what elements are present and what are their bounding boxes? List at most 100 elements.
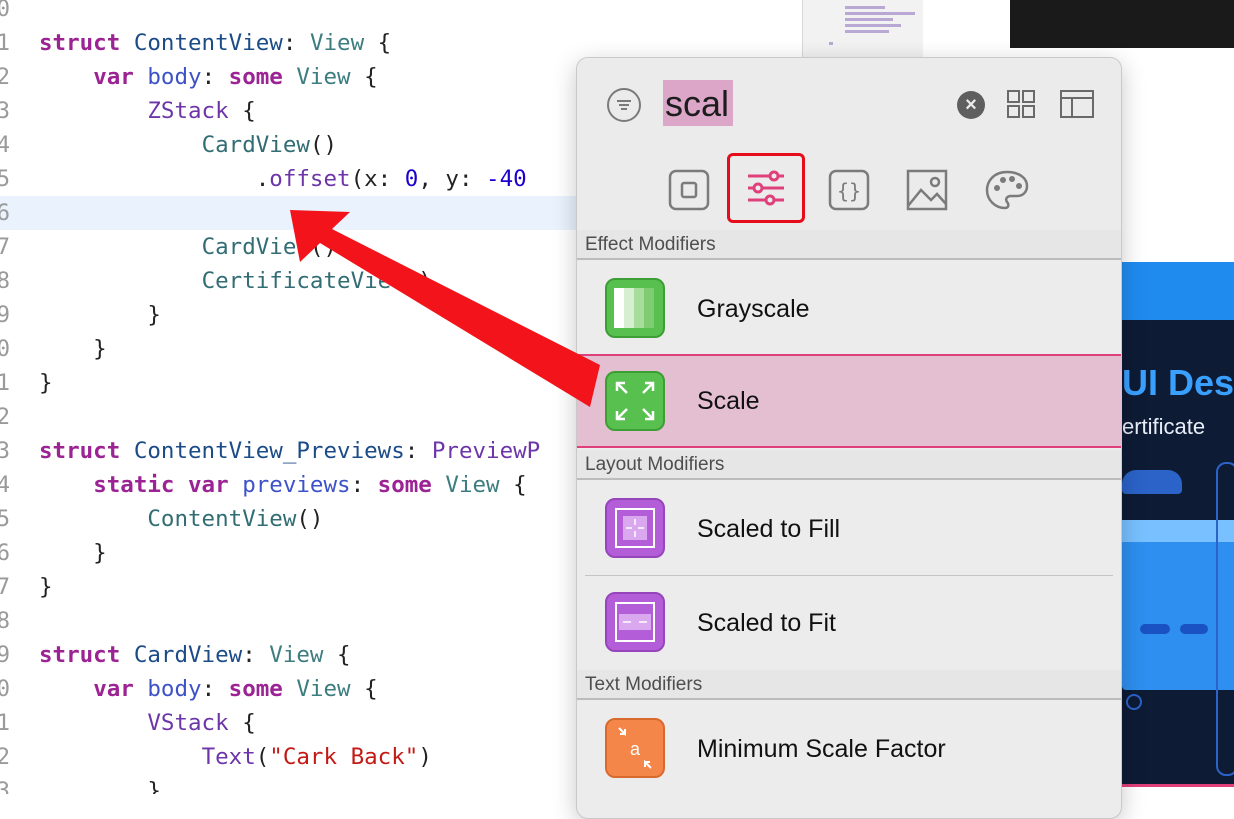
code-text[interactable]: CardView() [39,128,337,162]
code-text[interactable]: var body: some View { [39,60,378,94]
code-token: { [228,710,256,736]
line-number: 0 [0,0,10,22]
background-window [1010,0,1234,48]
section-effect-modifiers: Effect Modifiers [577,230,1121,260]
line-number: 1 [0,370,10,396]
preview-title: UI Desi [1122,362,1234,403]
palette-icon[interactable] [979,162,1035,218]
code-text[interactable]: } [39,366,53,400]
code-token: Text [201,744,256,770]
code-token: body [147,64,202,90]
list-item-scale[interactable]: Scale [577,354,1121,448]
code-token: -40 [486,166,527,192]
code-token: . [39,166,270,192]
code-line[interactable]: 1 struct ContentView: View { [0,26,800,60]
item-label: Grayscale [697,295,810,323]
line-number: 3 [0,98,10,124]
canvas-preview[interactable]: UI Desi ertificate [1112,262,1234,787]
section-text-modifiers: Text Modifiers [577,670,1121,700]
code-text[interactable]: } [39,536,107,570]
code-text[interactable]: } [39,298,161,332]
code-token: ContentView_Previews [133,438,405,464]
code-token: ( [255,744,270,770]
line-number: 2 [0,404,10,430]
code-token: : [201,64,229,90]
code-token: } [39,540,107,566]
code-token: { [499,472,527,498]
code-token: View [296,64,351,90]
line-number: 6 [0,200,10,226]
phone-frame-graphic [1216,462,1234,776]
code-token: struct [39,438,121,464]
code-token: { [350,64,378,90]
filter-icon[interactable] [607,88,641,122]
code-token: CertificateView [201,268,405,294]
code-token: previews [242,472,351,498]
code-text[interactable]: } [39,332,107,366]
line-number: 3 [0,778,10,794]
code-token: struct [39,642,121,668]
code-text[interactable]: VStack { [39,706,256,740]
image-icon[interactable] [899,162,955,218]
section-layout-modifiers: Layout Modifiers [577,450,1121,480]
braces-icon[interactable]: {} [821,162,877,218]
line-number: 8 [0,608,10,634]
code-text[interactable]: struct ContentView_Previews: PreviewP [39,434,540,468]
line-number: 0 [0,676,10,702]
list-item-minimum-scale-factor[interactable]: a Minimum Scale Factor [577,702,1121,796]
code-text[interactable]: struct ContentView: View { [39,26,391,60]
library-search-bar: scal × [577,58,1121,152]
line-number: 4 [0,472,10,498]
item-label: Minimum Scale Factor [697,735,946,763]
item-label: Scale [697,387,760,415]
clear-search-icon[interactable]: × [957,91,985,119]
code-text[interactable]: struct CardView: View { [39,638,351,672]
scale-arrows-icon [605,371,665,431]
line-number: 7 [0,574,10,600]
list-item-grayscale[interactable]: Grayscale [577,262,1121,356]
code-text[interactable]: static var previews: some View { [39,468,527,502]
library-popover: scal × {} Effect Modifiers Grayscale Sca… [576,57,1122,819]
detail-view-icon[interactable] [1060,90,1094,118]
cloud-graphic [1122,470,1182,494]
code-token: } [39,370,53,396]
code-text[interactable]: ZStack { [39,94,255,128]
code-text[interactable]: ContentView() [39,502,323,536]
code-token: static [93,472,175,498]
code-token: View [269,642,324,668]
line-number: 5 [0,166,10,192]
minimap[interactable] [802,0,923,60]
code-token: () [309,234,338,260]
code-text[interactable]: CardView() [39,230,337,264]
code-token: var [188,472,229,498]
library-search-input[interactable]: scal [665,82,729,126]
item-label: Scaled to Fill [697,515,841,543]
card-pill [1140,624,1170,634]
code-text[interactable]: CertificateView() [39,264,432,298]
views-square-icon[interactable] [661,162,717,218]
code-text[interactable]: Text("Cark Back") [39,740,432,774]
code-line[interactable]: 0 [0,0,800,26]
code-text[interactable]: } [39,570,53,604]
grid-view-icon[interactable] [1007,90,1035,118]
scaled-to-fill-icon [605,498,665,558]
code-token: : [350,472,378,498]
code-token: body [147,676,202,702]
preview-subtitle: ertificate [1122,414,1206,439]
list-item-scaled-to-fit[interactable]: Scaled to Fit [577,576,1121,670]
list-item-scaled-to-fill[interactable]: Scaled to Fill [577,482,1121,576]
code-text[interactable]: .offset(x: 0, y: -40 [39,162,527,196]
tab-modifiers[interactable] [727,153,805,223]
code-token: View [445,472,500,498]
code-token: : [282,30,310,56]
line-number: 4 [0,132,10,158]
minimum-scale-factor-icon: a [605,718,665,778]
code-token: : [242,642,270,668]
code-text[interactable]: } [39,774,161,794]
code-text[interactable]: var body: some View { [39,672,377,706]
